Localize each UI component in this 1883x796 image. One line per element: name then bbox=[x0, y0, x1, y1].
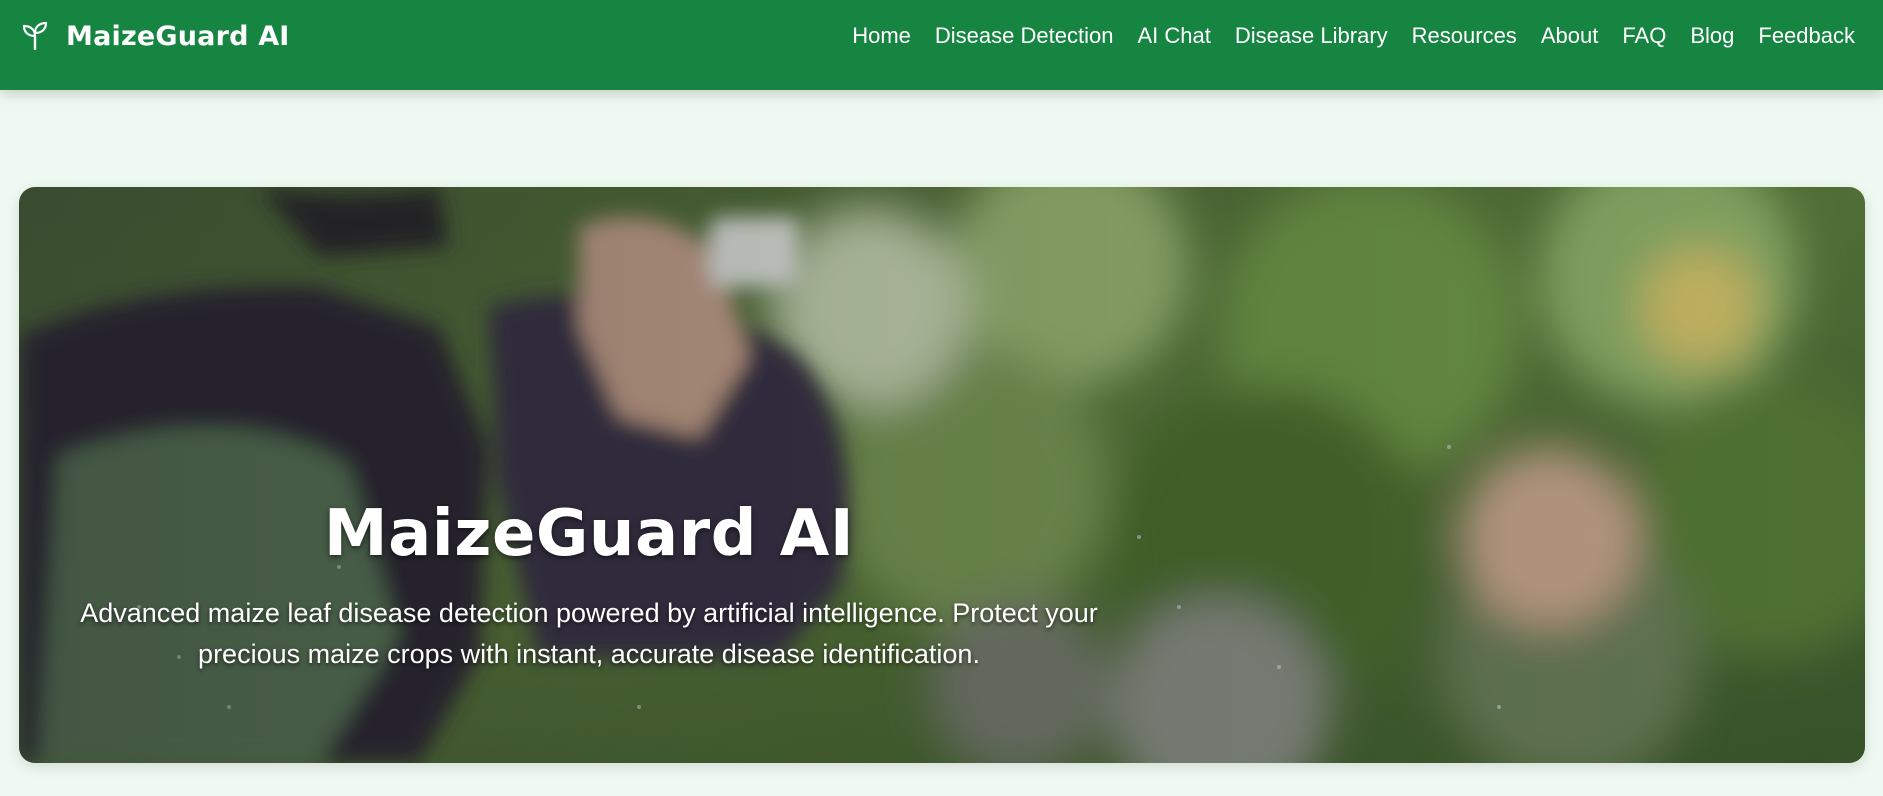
nav-disease-library-link[interactable]: Disease Library bbox=[1223, 23, 1400, 49]
brand-name: MaizeGuard AI bbox=[66, 20, 290, 52]
brand-logo[interactable]: MaizeGuard AI bbox=[22, 0, 290, 72]
top-navbar: MaizeGuard AI Home Disease Detection AI … bbox=[0, 0, 1883, 90]
nav-about-link[interactable]: About bbox=[1529, 23, 1611, 49]
nav-disease-detection-link[interactable]: Disease Detection bbox=[923, 23, 1126, 49]
main-nav: Home Disease Detection AI Chat Disease L… bbox=[840, 0, 1867, 72]
hero-banner: MaizeGuard AI Advanced maize leaf diseas… bbox=[19, 187, 1865, 763]
nav-ai-chat-link[interactable]: AI Chat bbox=[1125, 23, 1222, 49]
nav-faq-link[interactable]: FAQ bbox=[1610, 23, 1678, 49]
hero-overlay bbox=[19, 187, 1865, 763]
nav-resources-link[interactable]: Resources bbox=[1400, 23, 1529, 49]
seedling-icon bbox=[22, 22, 48, 50]
hero-title: MaizeGuard AI bbox=[323, 497, 855, 571]
nav-blog-link[interactable]: Blog bbox=[1678, 23, 1746, 49]
nav-feedback-link[interactable]: Feedback bbox=[1746, 23, 1867, 49]
nav-home-link[interactable]: Home bbox=[840, 23, 923, 49]
hero-subtitle: Advanced maize leaf disease detection po… bbox=[80, 598, 1098, 669]
